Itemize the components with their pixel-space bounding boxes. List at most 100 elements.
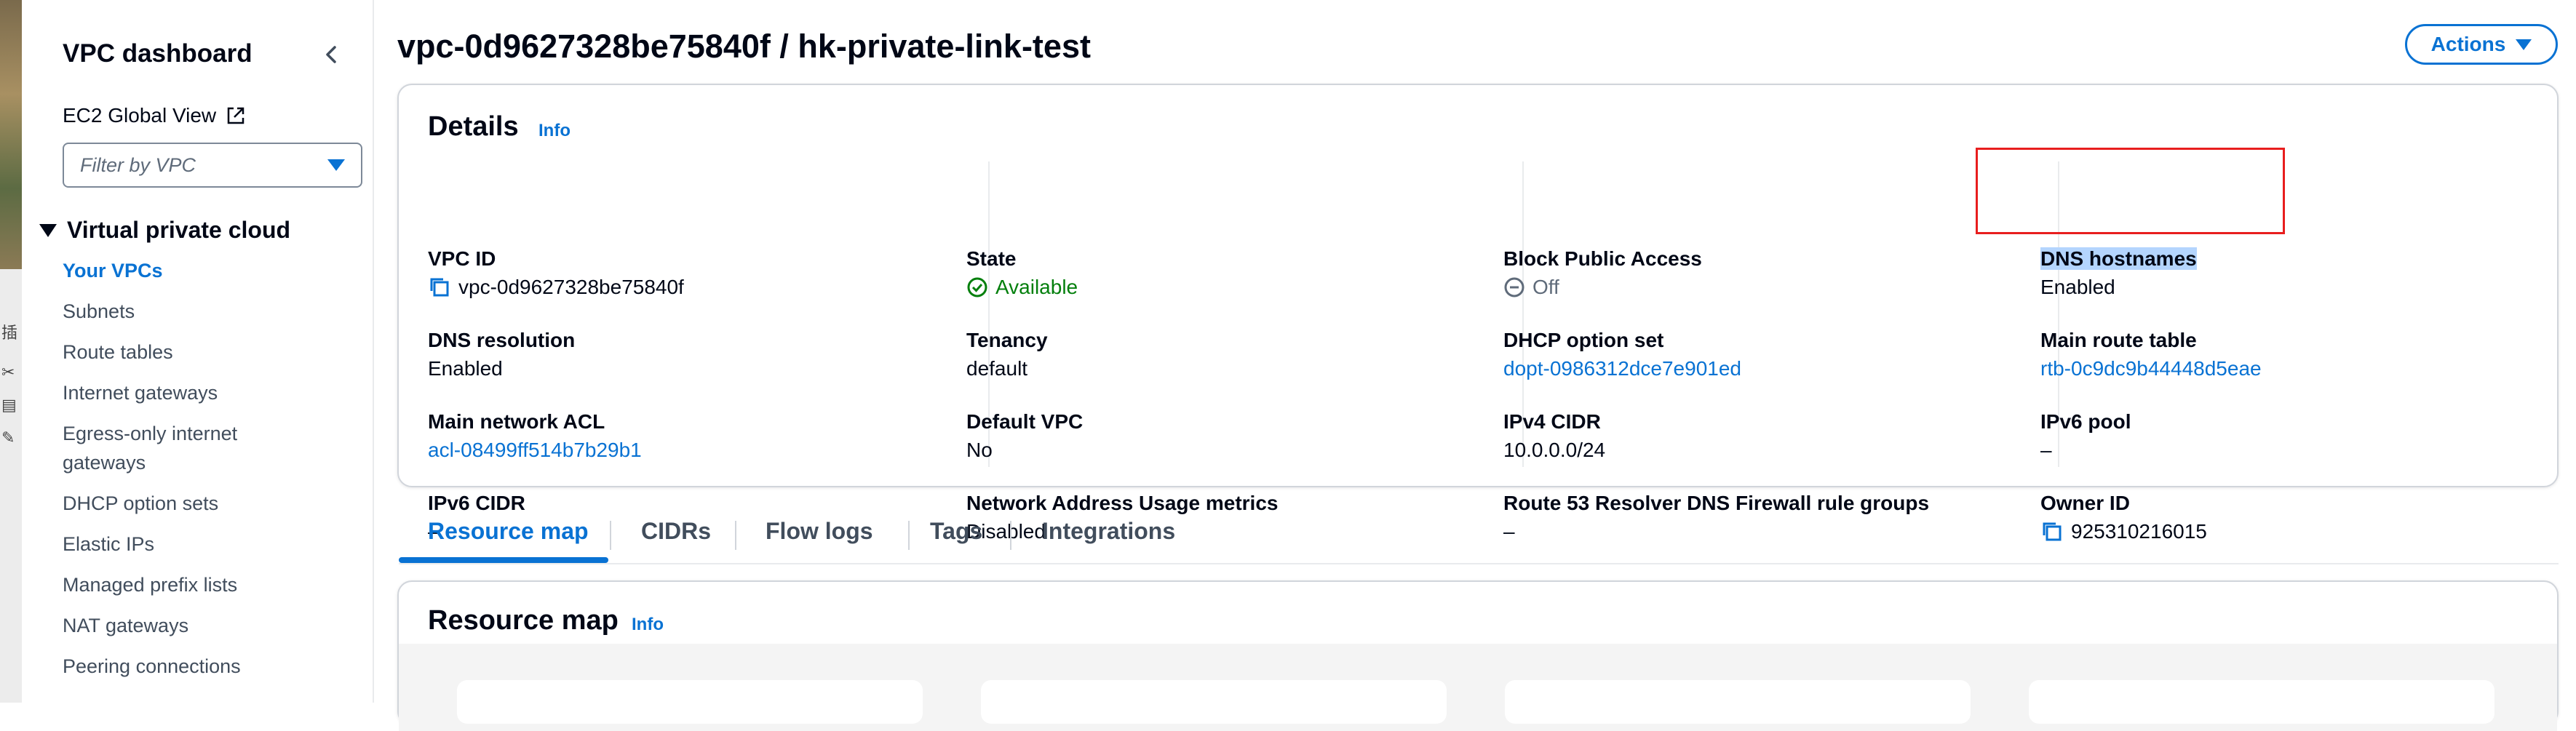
block-public-access-value: Off [1533,276,1559,298]
resource-map-panel [981,680,1447,724]
virtual-private-cloud-section[interactable]: Virtual private cloud [39,217,290,244]
ipv6-pool-label: IPv6 pool [2040,410,2131,433]
external-link-icon [227,107,245,124]
main-route-table-label: Main route table [2040,329,2197,351]
tab-resource-map[interactable]: Resource map [428,518,589,545]
resource-map-panel [2029,680,2494,724]
sidebar-nav: Your VPCs Subnets Route tables Internet … [63,256,368,692]
scissors-icon: ✂ [1,364,15,382]
ipv4-cidr-value: 10.0.0.0/24 [1503,439,1606,461]
document-icon: ▤ [1,396,17,415]
tab-separator [1010,521,1011,550]
dhcp-option-set-label: DHCP option set [1503,329,1664,351]
resource-map-info-link[interactable]: Info [632,615,664,635]
tab-tags[interactable]: Tags [930,518,982,545]
actions-label: Actions [2430,33,2506,55]
block-public-access-label: Block Public Access [1503,247,1702,270]
tenancy-value: default [966,357,1028,380]
tab-separator [735,521,736,550]
tab-integrations[interactable]: Integrations [1042,518,1175,545]
sidebar-item-egress-only-internet-gateways[interactable]: Egress-only internet gateways [63,419,274,477]
tenancy-label: Tenancy [966,329,1048,351]
brush-icon: ✎ [1,429,15,447]
ec2-global-view-label: EC2 Global View [63,104,217,127]
filter-by-vpc-select[interactable]: Filter by VPC [63,143,362,188]
edge-glyph: 插 [1,324,18,343]
sidebar-item-managed-prefix-lists[interactable]: Managed prefix lists [63,570,368,599]
filter-by-vpc-placeholder: Filter by VPC [80,153,196,176]
dns-resolution-value: Enabled [428,357,503,380]
caret-down-icon [2516,39,2532,50]
section-label: Virtual private cloud [67,217,291,243]
tab-separator [908,521,910,550]
dhcp-option-set-field: DHCP option set dopt-0986312dce7e901ed [1503,328,1741,382]
main-network-acl-link[interactable]: acl-08499ff514b7b29b1 [428,437,642,463]
resource-map-heading: Resource map [428,605,619,636]
vpc-id-field: VPC ID vpc-0d9627328be75840f [428,247,684,300]
state-field: State Available [966,247,1078,300]
details-heading: Details [428,111,519,142]
dns-hostnames-label-text: DNS hostnames [2040,247,2197,270]
state-label: State [966,247,1017,270]
sidebar-item-route-tables[interactable]: Route tables [63,337,368,367]
background-photo [0,0,22,269]
tab-cidrs[interactable]: CIDRs [641,518,711,545]
vpc-id-label: VPC ID [428,247,496,270]
dns-hostnames-label: DNS hostnames [2040,247,2197,271]
background-window-edge: 插 ✂ ▤ ✎ [0,0,22,703]
dhcp-option-set-link[interactable]: dopt-0986312dce7e901ed [1503,356,1741,382]
dns-resolution-label: DNS resolution [428,329,576,351]
details-card: Details Info VPC ID vpc-0d9627328be75840… [397,84,2559,543]
sidebar-item-subnets[interactable]: Subnets [63,297,368,326]
chevron-left-icon [326,46,336,63]
block-public-access-field: Block Public Access Off [1503,247,1702,300]
page-title: vpc-0d9627328be75840f / hk-private-link-… [397,28,1091,65]
ec2-global-view-link[interactable]: EC2 Global View [63,104,247,127]
resource-map-canvas [399,644,2557,731]
caret-down-icon [39,223,57,237]
sidebar-item-internet-gateways[interactable]: Internet gateways [63,378,368,407]
collapse-sidebar-button[interactable] [313,36,349,73]
vpc-id-value: vpc-0d9627328be75840f [458,276,684,298]
default-vpc-value: No [966,439,993,461]
ipv6-pool-value: – [2040,439,2052,461]
resource-map-panel [457,680,923,724]
ipv6-pool-field: IPv6 pool – [2040,410,2131,463]
sidebar-item-elastic-ips[interactable]: Elastic IPs [63,530,368,559]
tenancy-field: Tenancy default [966,328,1048,382]
vpc-id-row: vpc-0d9627328be75840f [428,274,684,300]
dns-hostnames-field: DNS hostnames Enabled [2040,247,2197,300]
state-value: Available [995,276,1078,298]
caret-down-icon [327,159,345,171]
state-row: Available [966,274,1078,300]
sidebar-item-peering-connections[interactable]: Peering connections [63,652,368,681]
main-network-acl-label: Main network ACL [428,410,605,433]
sidebar-item-nat-gateways[interactable]: NAT gateways [63,611,368,640]
default-vpc-field: Default VPC No [966,410,1083,463]
minus-circle-icon [1504,277,1524,297]
sidebar-item-dhcp-option-sets[interactable]: DHCP option sets [63,489,368,518]
highlight-annotation-box [1976,148,2285,234]
main-network-acl-field: Main network ACL acl-08499ff514b7b29b1 [428,410,642,463]
actions-button[interactable]: Actions [2405,24,2558,65]
sidebar: VPC dashboard EC2 Global View Filter by … [22,0,374,703]
block-public-access-row: Off [1503,274,1702,300]
tab-flow-logs[interactable]: Flow logs [766,518,873,545]
resource-map-panel [1505,680,1971,724]
dns-resolution-field: DNS resolution Enabled [428,328,575,382]
dns-hostnames-value: Enabled [2040,276,2115,298]
detail-tabs: Resource map CIDRs Flow logs Tags Integr… [399,502,2559,564]
sidebar-item-your-vpcs[interactable]: Your VPCs [63,256,368,285]
ipv4-cidr-field: IPv4 CIDR 10.0.0.0/24 [1503,410,1605,463]
default-vpc-label: Default VPC [966,410,1084,433]
resource-map-card: Resource map Info [397,580,2559,731]
copy-icon[interactable] [428,276,451,299]
details-info-link[interactable]: Info [538,121,571,141]
main-route-table-link[interactable]: rtb-0c9dc9b44448d5eae [2040,356,2262,382]
check-circle-icon [967,277,987,297]
tab-separator [610,521,611,550]
sidebar-title[interactable]: VPC dashboard [63,39,253,68]
ipv4-cidr-label: IPv4 CIDR [1503,410,1601,433]
active-tab-indicator [399,557,608,563]
main-route-table-field: Main route table rtb-0c9dc9b44448d5eae [2040,328,2262,382]
